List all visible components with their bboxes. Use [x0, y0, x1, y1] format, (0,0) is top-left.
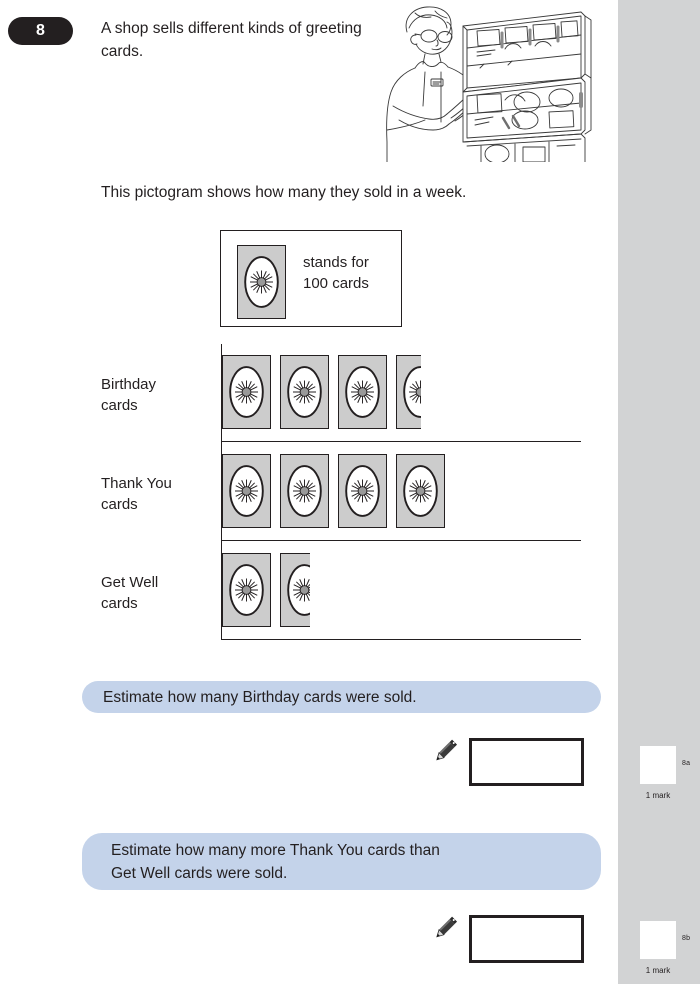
- mark-group-8b: 8b 1 mark: [618, 921, 700, 975]
- pictogram-row-label-thank-you: Thank You cards: [101, 473, 213, 515]
- key-text-line1: stands for: [303, 254, 369, 271]
- row-label-line2: cards: [101, 397, 138, 414]
- row-label-line1: Birthday: [101, 376, 157, 393]
- question-number-badge: 8: [8, 17, 73, 45]
- row-label-line1: Get Well: [101, 574, 159, 591]
- row-label-line1: Thank You: [101, 475, 172, 492]
- pictogram-symbols-birthday: [222, 355, 532, 435]
- pictogram-row-thank-you: Thank You cards: [101, 443, 581, 541]
- question-intro-text: A shop sells different kinds of greeting…: [101, 20, 362, 60]
- pictogram-row-divider: [221, 540, 581, 541]
- pictogram-row-label-get-well: Get Well cards: [101, 572, 213, 614]
- card-symbol-key: [237, 245, 286, 319]
- card-symbol: [222, 454, 271, 528]
- mark-id-8b: 8b: [682, 935, 691, 942]
- card-symbol: [280, 355, 329, 429]
- mark-box-8b[interactable]: [640, 921, 676, 959]
- pictogram-row-divider: [221, 639, 581, 640]
- card-symbol-partial: [396, 355, 421, 429]
- person-browsing-greeting-card-rack-illustration: [385, 2, 595, 164]
- card-symbol-partial: [280, 553, 310, 627]
- pencil-icon: [430, 736, 460, 766]
- pictogram-row-label-birthday: Birthday cards: [101, 374, 213, 416]
- pictogram-row-get-well: Get Well cards: [101, 542, 581, 640]
- question-prompt-8a: Estimate how many Birthday cards were so…: [82, 681, 601, 713]
- mark-label-8b: 1 mark: [645, 966, 671, 975]
- mark-box-row-8b: 8b: [640, 921, 700, 963]
- question-prompt-8b: Estimate how many more Thank You cards t…: [82, 833, 601, 890]
- marking-margin: 8a 1 mark 8b 1 mark: [618, 0, 700, 984]
- card-symbol: [222, 553, 271, 627]
- row-label-line2: cards: [101, 595, 138, 612]
- prompt-8b-line2: Get Well cards were sold.: [111, 865, 288, 882]
- pictogram-chart: Birthday cards Thank You cards Get Well …: [101, 344, 581, 640]
- row-label-line2: cards: [101, 496, 138, 513]
- card-symbol: [338, 454, 387, 528]
- prompt-8b-line1: Estimate how many more Thank You cards t…: [111, 842, 440, 859]
- mark-label-8a: 1 mark: [645, 791, 671, 800]
- pictogram-row-birthday: Birthday cards: [101, 344, 581, 442]
- card-symbol: [222, 355, 271, 429]
- mark-box-row-8a: 8a: [640, 746, 700, 788]
- pictogram-symbols-thank-you: [222, 454, 532, 534]
- pictogram-intro-text: This pictogram shows how many they sold …: [101, 184, 467, 201]
- card-symbol: [338, 355, 387, 429]
- answer-box-8a[interactable]: [469, 738, 584, 786]
- card-symbol: [396, 454, 445, 528]
- mark-group-8a: 8a 1 mark: [618, 746, 700, 800]
- mark-id-8a: 8a: [682, 760, 691, 767]
- card-symbol: [280, 454, 329, 528]
- pictogram-key-text: stands for 100 cards: [303, 252, 369, 294]
- answer-box-8b[interactable]: [469, 915, 584, 963]
- pencil-icon: [430, 913, 460, 943]
- pictogram-symbols-get-well: [222, 553, 532, 633]
- pictogram-row-divider: [221, 441, 581, 442]
- pictogram-key: stands for 100 cards: [220, 230, 402, 327]
- mark-box-8a[interactable]: [640, 746, 676, 784]
- key-text-line2: 100 cards: [303, 275, 369, 292]
